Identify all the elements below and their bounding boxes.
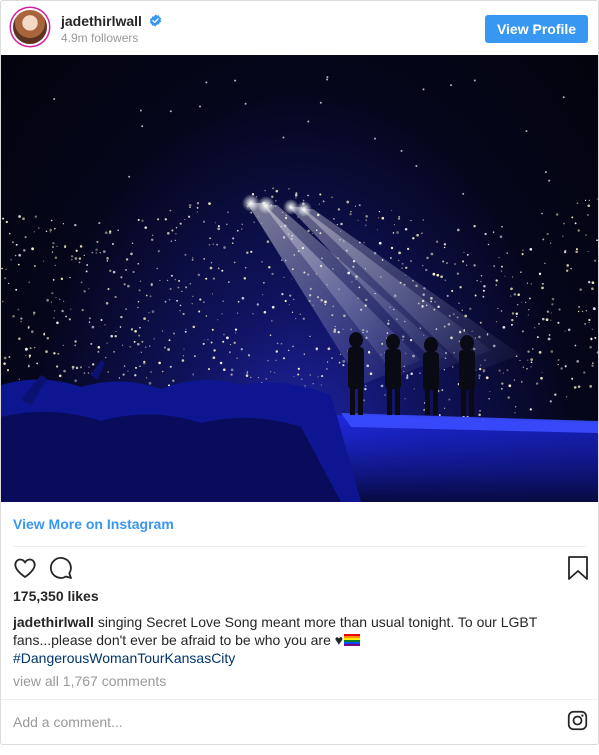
post-caption: jadethirlwall singing Secret Love Song m…: [13, 613, 573, 667]
rainbow-flag-icon: [344, 634, 361, 646]
add-comment-input[interactable]: Add a comment...: [13, 714, 123, 730]
heart-icon[interactable]: [13, 556, 37, 580]
instagram-icon[interactable]: [567, 710, 588, 731]
follower-count: 4.9m followers: [61, 31, 139, 45]
post-photo[interactable]: [1, 55, 598, 502]
view-profile-button[interactable]: View Profile: [485, 15, 588, 43]
caption-hashtag[interactable]: #DangerousWomanTourKansasCity: [13, 649, 235, 667]
bookmark-icon[interactable]: [567, 556, 589, 580]
divider: [1, 699, 598, 700]
comment-icon[interactable]: [49, 556, 73, 580]
verified-badge-icon: [149, 14, 162, 27]
instagram-embed-card: jadethirlwall 4.9m followers View Profil…: [0, 0, 599, 745]
like-count[interactable]: 175,350 likes: [13, 588, 99, 604]
concert-photo-graphic: [1, 76, 598, 502]
caption-username[interactable]: jadethirlwall: [13, 614, 94, 630]
view-more-link[interactable]: View More on Instagram: [13, 516, 174, 532]
avatar[interactable]: [13, 10, 47, 44]
post-header: jadethirlwall 4.9m followers View Profil…: [1, 1, 598, 55]
view-all-comments-link[interactable]: view all 1,767 comments: [13, 673, 166, 689]
username[interactable]: jadethirlwall: [61, 13, 142, 29]
divider: [13, 546, 586, 547]
